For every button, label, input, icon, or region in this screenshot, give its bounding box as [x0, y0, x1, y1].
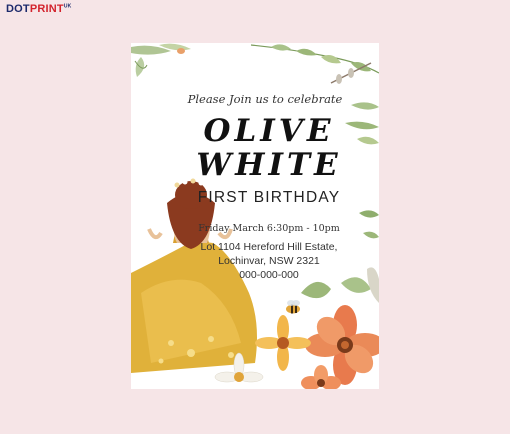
- top-left-foliage-icon: [131, 43, 191, 77]
- child-first-name: OLIVE: [203, 113, 335, 149]
- event-date-time: Friday March 6:30pm - 10pm: [198, 223, 340, 234]
- dotprint-logo[interactable]: DOTPRINTUK: [6, 3, 71, 15]
- occasion-title: FIRST BIRTHDAY: [197, 189, 341, 206]
- address-line-2: Lochinvar, NSW 2321: [218, 255, 320, 267]
- invite-intro: Please Join us to celebrate: [187, 92, 343, 106]
- logo-dot: DOT: [6, 3, 30, 15]
- invitation-card: Please Join us to celebrate OLIVE WHITE …: [131, 43, 379, 389]
- address-line-1: Lot 1104 Hereford Hill Estate,: [200, 241, 338, 253]
- logo-suffix: UK: [63, 3, 72, 10]
- bee-icon: [286, 300, 300, 314]
- child-last-name: WHITE: [196, 147, 342, 183]
- contact-phone: 000-000-000: [239, 269, 299, 281]
- logo-print: PRINT: [29, 3, 64, 15]
